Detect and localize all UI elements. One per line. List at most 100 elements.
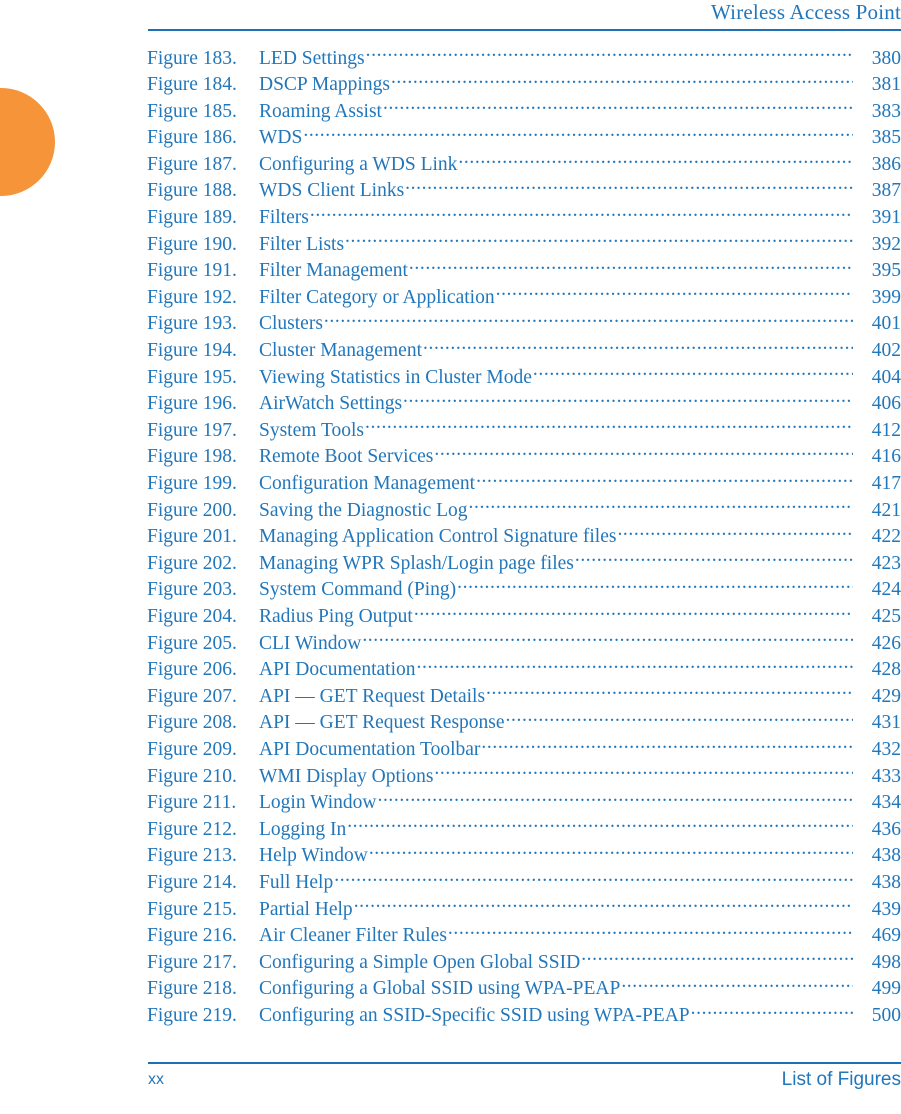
toc-entry-title: Logging In [259, 818, 347, 840]
toc-entry-title: CLI Window [259, 632, 362, 654]
toc-entry[interactable]: Figure 200. Saving the Diagnostic Log 421 [147, 496, 901, 523]
toc-dot-leader [310, 204, 853, 224]
toc-entry[interactable]: Figure 215. Partial Help 439 [147, 895, 901, 922]
toc-entry-page: 383 [871, 100, 901, 122]
toc-dot-leader [414, 602, 853, 622]
toc-entry-page: 381 [871, 74, 901, 96]
toc-entry-page: 432 [871, 738, 901, 760]
toc-entry[interactable]: Figure 213. Help Window 438 [147, 842, 901, 869]
toc-dot-leader [458, 150, 853, 170]
toc-entry[interactable]: Figure 219. Configuring an SSID-Specific … [147, 1001, 901, 1028]
toc-entry-label: Figure 206. [147, 659, 237, 681]
toc-entry-label: Figure 194. [147, 340, 237, 362]
footer-page-number: xx [148, 1071, 164, 1088]
toc-entry[interactable]: Figure 211. Login Window 434 [147, 789, 901, 816]
toc-entry[interactable]: Figure 196. AirWatch Settings 406 [147, 390, 901, 417]
toc-entry-title: Clusters [259, 313, 323, 335]
toc-entry-page: 499 [871, 978, 901, 1000]
toc-entry-page: 402 [871, 340, 901, 362]
toc-entry[interactable]: Figure 216. Air Cleaner Filter Rules 469 [147, 922, 901, 949]
toc-entry[interactable]: Figure 214. Full Help 438 [147, 868, 901, 895]
toc-entry-page: 387 [871, 180, 901, 202]
toc-entry-page: 417 [871, 473, 901, 494]
toc-dot-leader [324, 310, 853, 330]
toc-entry-label: Figure 189. [147, 207, 237, 229]
toc-entry[interactable]: Figure 197. System Tools 412 [147, 416, 901, 443]
header-title: Wireless Access Point [711, 0, 901, 24]
toc-entry-label: Figure 196. [147, 393, 237, 415]
toc-entry[interactable]: Figure 187. Configuring a WDS Link 386 [147, 150, 901, 177]
toc-entry-page: 421 [871, 499, 901, 521]
toc-entry-page: 404 [871, 366, 901, 388]
toc-entry-page: 401 [871, 313, 901, 335]
toc-entry-label: Figure 213. [147, 845, 237, 867]
toc-entry[interactable]: Figure 191. Filter Management 395 [147, 257, 901, 284]
toc-dot-leader [581, 948, 853, 968]
toc-entry-title: WDS [259, 127, 303, 149]
toc-dot-leader [575, 549, 853, 569]
toc-dot-leader [405, 177, 853, 197]
toc-entry[interactable]: Figure 188. WDS Client Links 387 [147, 177, 901, 204]
toc-entry[interactable]: Figure 212. Logging In 436 [147, 815, 901, 842]
toc-entry[interactable]: Figure 218. Configuring a Global SSID usi… [147, 975, 901, 1002]
toc-entry-label: Figure 208. [147, 712, 237, 734]
toc-entry-label: Figure 209. [147, 738, 237, 760]
toc-entry[interactable]: Figure 189. Filters 391 [147, 204, 901, 231]
toc-entry-label: Figure 201. [147, 526, 237, 548]
toc-entry[interactable]: Figure 202. Managing WPR Splash/Login pag… [147, 549, 901, 576]
toc-entry[interactable]: Figure 193. Clusters 401 [147, 310, 901, 337]
footer-section-title: List of Figures [781, 1069, 901, 1090]
toc-entry[interactable]: Figure 208. API — GET Request Response 431 [147, 709, 901, 736]
toc-entry[interactable]: Figure 195. Viewing Statistics in Cluster… [147, 363, 901, 390]
toc-entry-label: Figure 218. [147, 978, 237, 1000]
toc-entry[interactable]: Figure 205. CLI Window 426 [147, 629, 901, 656]
toc-entry[interactable]: Figure 206. API Documentation 428 [147, 656, 901, 683]
toc-entry-title: System Command (Ping) [259, 579, 457, 601]
toc-entry[interactable]: Figure 209. API Documentation Toolbar 432 [147, 735, 901, 762]
toc-entry-page: 429 [871, 685, 901, 707]
toc-entry-page: 428 [871, 659, 901, 681]
toc-entry[interactable]: Figure 201. Managing Application Control … [147, 523, 901, 550]
toc-entry[interactable]: Figure 183. LED Settings 380 [147, 44, 901, 71]
toc-entry[interactable]: Figure 194. Cluster Management 402 [147, 337, 901, 364]
toc-entry[interactable]: Figure 207. API — GET Request Details 429 [147, 682, 901, 709]
toc-entry-label: Figure 215. [147, 898, 237, 920]
toc-entry-label: Figure 217. [147, 951, 237, 973]
toc-entry-title: API Documentation [259, 659, 416, 681]
toc-entry-title: Cluster Management [259, 340, 422, 362]
toc-entry[interactable]: Figure 190. Filter Lists 392 [147, 230, 901, 257]
toc-entry-title: Full Help [259, 871, 334, 893]
toc-entry-title: API Documentation Toolbar [259, 738, 481, 760]
toc-entry[interactable]: Figure 203. System Command (Ping) 424 [147, 576, 901, 603]
toc-entry-page: 395 [871, 260, 901, 282]
toc-entry[interactable]: Figure 199. Configuration Management 417 [147, 470, 901, 497]
toc-entry-title: Roaming Assist [259, 100, 382, 122]
toc-entry[interactable]: Figure 184. DSCP Mappings 381 [147, 71, 901, 98]
toc-entry-page: 438 [871, 871, 901, 893]
toc-entry-label: Figure 193. [147, 313, 237, 335]
toc-dot-leader [362, 629, 853, 649]
toc-entry[interactable]: Figure 198. Remote Boot Services 416 [147, 443, 901, 470]
toc-entry[interactable]: Figure 217. Configuring a Simple Open Glo… [147, 948, 901, 975]
toc-dot-leader [506, 709, 853, 729]
toc-entry[interactable]: Figure 210. WMI Display Options 433 [147, 762, 901, 789]
toc-entry-title: Radius Ping Output [259, 605, 413, 627]
toc-entry-page: 425 [871, 605, 901, 627]
toc-entry-title: Remote Boot Services [259, 446, 434, 468]
toc-entry[interactable]: Figure 204. Radius Ping Output 425 [147, 602, 901, 629]
toc-entry-title: WDS Client Links [259, 180, 405, 202]
toc-dot-leader [434, 762, 853, 782]
toc-entry[interactable]: Figure 186. WDS 385 [147, 124, 901, 151]
toc-entry-title: System Tools [259, 419, 365, 441]
toc-entry-page: 436 [871, 818, 901, 840]
toc-entry-page: 433 [871, 765, 901, 787]
toc-entry-page: 434 [871, 792, 901, 814]
toc-entry-title: Viewing Statistics in Cluster Mode [259, 366, 532, 388]
toc-entry-label: Figure 195. [147, 366, 237, 388]
toc-dot-leader [434, 443, 853, 463]
toc-dot-leader [403, 390, 853, 410]
toc-entry-label: Figure 216. [147, 925, 237, 947]
toc-entry[interactable]: Figure 192. Filter Category or Applicatio… [147, 283, 901, 310]
toc-entry-title: API — GET Request Details [259, 685, 486, 707]
toc-entry[interactable]: Figure 185. Roaming Assist 383 [147, 97, 901, 124]
